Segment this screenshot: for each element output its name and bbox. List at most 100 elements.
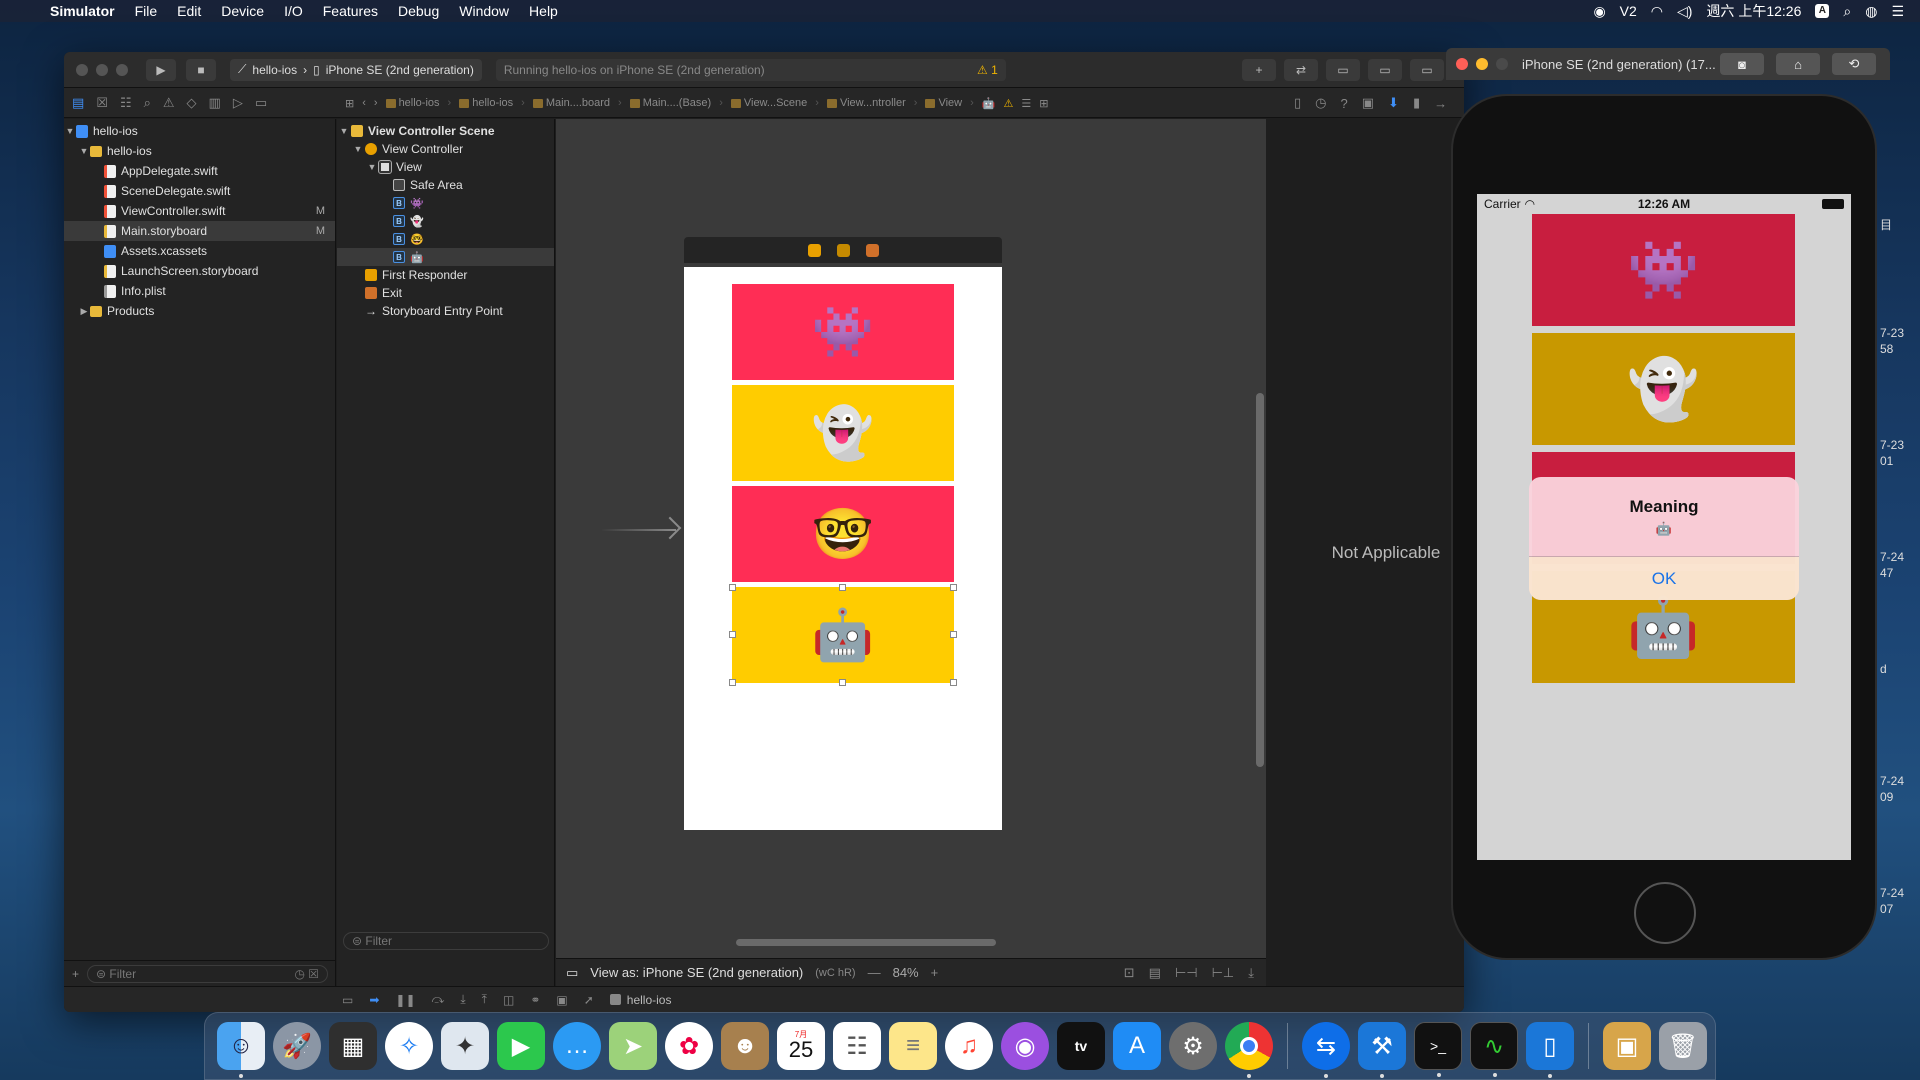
menu-edit[interactable]: Edit <box>167 3 211 19</box>
file-inspector-icon[interactable]: ▯ <box>1294 95 1301 111</box>
resize-handle[interactable] <box>950 584 957 591</box>
facetime-icon[interactable]: ▶ <box>497 1022 545 1070</box>
tree-file[interactable]: LaunchScreen.storyboard <box>64 261 335 281</box>
menu-simulator[interactable]: Simulator <box>40 3 125 19</box>
tree-project[interactable]: ▼ hello-ios <box>64 121 335 141</box>
spotlight-search-icon[interactable]: ⌕ <box>1843 3 1851 20</box>
breadcrumb-group[interactable]: hello-ios <box>459 97 513 109</box>
window-minimize-button[interactable] <box>96 63 108 76</box>
environment-overrides-icon[interactable]: ▣ <box>556 993 567 1007</box>
library-button[interactable]: + <box>1242 58 1276 81</box>
entry-point-arrow[interactable] <box>601 529 676 531</box>
connections-inspector-icon[interactable]: → <box>1434 96 1447 111</box>
menu-features[interactable]: Features <box>313 3 388 19</box>
music-icon[interactable]: ♫ <box>945 1022 993 1070</box>
project-navigator-icon[interactable]: ▤ <box>72 95 84 111</box>
breadcrumb-view[interactable]: View <box>925 97 962 109</box>
exit-icon[interactable] <box>865 243 879 257</box>
view-controller-icon[interactable] <box>807 243 821 257</box>
tree-group[interactable]: ▼ hello-ios <box>64 141 335 161</box>
finder-icon[interactable]: ☺ <box>217 1022 265 1078</box>
calendar-icon[interactable]: 7月 25 <box>777 1022 825 1070</box>
related-items-icon[interactable]: ⊞ <box>345 97 354 110</box>
tree-file[interactable]: ViewController.swift M <box>64 201 335 221</box>
activity-monitor-icon[interactable]: ∿ <box>1470 1022 1518 1077</box>
home-icon[interactable]: ⌂ <box>1776 53 1820 75</box>
forward-icon[interactable]: › <box>374 97 378 109</box>
chrome-icon[interactable] <box>1225 1022 1273 1078</box>
memory-graph-icon[interactable]: ⚭ <box>530 993 540 1007</box>
tree-file-selected[interactable]: Main.storyboard M <box>64 221 335 241</box>
debug-navigator-icon[interactable]: ▥ <box>209 95 221 111</box>
notes-icon[interactable]: ≡ <box>889 1022 937 1070</box>
resize-handle[interactable] <box>839 679 846 686</box>
terminal-icon[interactable]: >_ <box>1414 1022 1462 1077</box>
teamviewer-icon[interactable]: ⇆ <box>1302 1022 1350 1078</box>
window-close-button[interactable] <box>1456 58 1468 70</box>
downloads-stack-icon[interactable]: ▣ <box>1603 1022 1651 1070</box>
identity-inspector-icon[interactable]: ▣ <box>1362 95 1374 111</box>
menu-debug[interactable]: Debug <box>388 3 449 19</box>
teamviewer-status-icon[interactable]: ◉ <box>1593 3 1605 20</box>
menubar-clock[interactable]: 週六 上午12:26 <box>1706 1 1801 21</box>
trash-icon[interactable]: 🗑 <box>1659 1022 1707 1070</box>
menu-device[interactable]: Device <box>211 3 274 19</box>
toggle-navigator-button[interactable]: ▭ <box>1326 58 1360 81</box>
breakpoints-toggle-icon[interactable]: ➡ <box>369 993 379 1007</box>
toggle-inspector-button[interactable]: ▭ <box>1410 58 1444 81</box>
outline-entry-point[interactable]: → Storyboard Entry Point <box>337 302 554 320</box>
outline-view-controller[interactable]: ▼ View Controller <box>337 140 554 158</box>
source-control-navigator-icon[interactable]: ☒ <box>96 95 108 111</box>
xcode-icon[interactable]: ⚒ <box>1358 1022 1406 1078</box>
rotate-icon[interactable]: ⟲ <box>1832 53 1876 75</box>
photos-icon[interactable]: ✿ <box>665 1022 713 1070</box>
screenshot-icon[interactable]: ◙ <box>1720 53 1764 75</box>
breakpoint-navigator-icon[interactable]: ▷ <box>233 95 243 111</box>
app-store-icon[interactable]: A <box>1113 1022 1161 1070</box>
issue-navigator-icon[interactable]: ⚠ <box>163 95 175 111</box>
simulator-icon[interactable]: ▯ <box>1526 1022 1574 1078</box>
tree-file[interactable]: Info.plist <box>64 281 335 301</box>
navigator-filter-input[interactable]: ⊜ Filter ◷ ☒ <box>87 964 328 983</box>
hide-debug-area-icon[interactable]: ▭ <box>342 993 353 1007</box>
first-responder-icon[interactable] <box>836 243 850 257</box>
update-frames-icon[interactable]: ⊡ <box>1124 965 1135 981</box>
ib-canvas[interactable]: 👾 👻 🤓 🤖 ▭ View as: iPhone SE (2nd genera… <box>556 119 1266 986</box>
disclosure-open-icon[interactable]: ▼ <box>351 144 365 154</box>
resize-handle[interactable] <box>950 679 957 686</box>
notification-center-icon[interactable]: ☰ <box>1891 3 1904 20</box>
window-minimize-button[interactable] <box>1476 58 1488 70</box>
breadcrumb-scene[interactable]: View...Scene <box>730 97 807 109</box>
window-zoom-button[interactable] <box>116 63 128 76</box>
breadcrumb-base[interactable]: Main....(Base) <box>629 97 711 109</box>
disclosure-closed-icon[interactable]: ▶ <box>78 306 90 317</box>
run-button[interactable]: ▶ <box>146 58 176 81</box>
podcasts-icon[interactable]: ◉ <box>1001 1022 1049 1070</box>
wifi-icon[interactable]: ◠ <box>1651 3 1663 20</box>
outline-scene[interactable]: ▼ View Controller Scene <box>337 122 554 140</box>
apple-tv-icon[interactable]: tv <box>1057 1022 1105 1070</box>
recent-files-icon[interactable]: ◷ ☒ <box>294 967 319 981</box>
system-preferences-icon[interactable]: ⚙ <box>1169 1022 1217 1070</box>
editor-options-icon[interactable]: ☰ <box>1021 97 1031 110</box>
embed-in-icon[interactable]: ▤ <box>1149 965 1161 981</box>
step-over-icon[interactable]: ⤼ <box>432 992 445 1007</box>
menu-io[interactable]: I/O <box>274 3 313 19</box>
history-inspector-icon[interactable]: ◷ <box>1315 95 1326 111</box>
siri-icon[interactable]: ◍ <box>1865 3 1877 20</box>
add-editor-icon[interactable]: ⊞ <box>1039 97 1048 110</box>
tree-file[interactable]: AppDelegate.swift <box>64 161 335 181</box>
sim-emoji-button-alien[interactable]: 👾 <box>1532 214 1795 326</box>
test-navigator-icon[interactable]: ◇ <box>187 95 197 111</box>
resize-handle[interactable] <box>839 584 846 591</box>
disclosure-open-icon[interactable]: ▼ <box>64 126 76 136</box>
find-navigator-icon[interactable]: ⌕ <box>144 95 151 111</box>
tree-products[interactable]: ▶ Products <box>64 301 335 321</box>
mission-control-icon[interactable]: ▦ <box>329 1022 377 1070</box>
attributes-inspector-icon[interactable]: ⬇ <box>1388 95 1399 111</box>
resolve-issues-icon[interactable]: ⤓ <box>1248 965 1254 981</box>
symbol-navigator-icon[interactable]: ☷ <box>120 95 132 111</box>
menu-file[interactable]: File <box>125 3 168 19</box>
emoji-button-nerd[interactable]: 🤓 <box>732 486 954 582</box>
size-inspector-icon[interactable]: ▮ <box>1413 95 1420 111</box>
